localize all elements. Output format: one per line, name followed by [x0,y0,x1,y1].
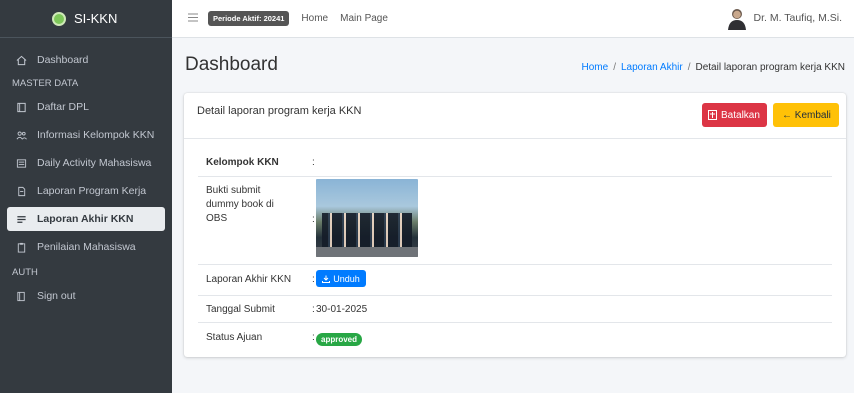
page-title: Dashboard [185,54,278,75]
sidebar-item-label: Daftar DPL [37,101,89,113]
sidebar-item-label: Penilaian Mahasiswa [37,241,136,253]
user-menu[interactable]: Dr. M. Taufiq, M.Si. [726,6,843,30]
book-icon [15,101,27,113]
signout-icon [15,290,27,302]
download-label: Unduh [333,273,360,284]
home-icon [15,54,27,66]
breadcrumb-laporan-akhir[interactable]: Laporan Akhir [621,62,683,73]
sidebar-item-informasi-kelompok[interactable]: Informasi Kelompok KKN [7,123,165,147]
card-title: Detail laporan program kerja KKN [197,105,362,117]
breadcrumb-separator: / [613,62,616,73]
label-kelompok: Kelompok KKN [206,157,279,168]
sidebar-item-dashboard[interactable]: Dashboard [7,48,165,72]
row-kelompok: Kelompok KKN : [198,147,832,177]
breadcrumb-home[interactable]: Home [582,62,609,73]
card-header: Detail laporan program kerja KKN Batalka… [184,93,846,139]
label-bukti: Bukti submit dummy book di OBS [206,185,274,224]
row-tanggal: Tanggal Submit : 30-01-2025 [198,296,832,323]
brand-name: SI-KKN [74,11,118,26]
sidebar-item-signout[interactable]: Sign out [7,284,165,308]
sidebar-item-label: Daily Activity Mahasiswa [37,157,152,169]
sidebar-item-penilaian[interactable]: Penilaian Mahasiswa [7,235,165,259]
label-status: Status Ajuan [206,332,263,343]
sidebar-item-laporan-akhir[interactable]: Laporan Akhir KKN [7,207,165,231]
colon: : [312,214,315,225]
row-laporan: Laporan Akhir KKN : Unduh [198,265,832,296]
clipboard-icon [15,241,27,253]
breadcrumb-separator: / [687,62,691,73]
nav-link-main-page[interactable]: Main Page [340,13,388,24]
hamburger-menu-icon[interactable] [188,13,200,25]
cancel-button[interactable]: Batalkan [702,103,767,127]
sidebar-item-label: Laporan Program Kerja [37,185,147,197]
submission-photo[interactable] [316,179,418,257]
nav-link-home[interactable]: Home [301,13,328,24]
brand-logo-icon [52,11,66,26]
photo-ground [316,247,418,257]
label-tanggal: Tanggal Submit [206,304,275,315]
status-badge: approved [316,333,363,346]
avatar [726,6,748,30]
brand[interactable]: SI-KKN [0,0,172,38]
users-icon [15,129,27,141]
cancel-icon [708,110,717,120]
sidebar-item-label: Informasi Kelompok KKN [37,129,155,141]
colon: : [312,332,315,343]
sidebar-item-daftar-dpl[interactable]: Daftar DPL [7,95,165,119]
download-icon [322,275,331,283]
file-icon [15,185,27,197]
row-status: Status Ajuan : approved [198,323,832,353]
section-header-master: MASTER DATA [12,78,79,89]
download-button[interactable]: Unduh [316,270,366,287]
sidebar: SI-KKN Dashboard MASTER DATA Daftar DPL … [0,0,172,393]
detail-card: Detail laporan program kerja KKN Batalka… [184,93,846,357]
colon: : [312,157,315,168]
cancel-label: Batalkan [721,109,760,121]
top-navbar: Periode Aktif: 20241 Home Main Page Dr. … [172,0,854,38]
sidebar-item-laporan-program[interactable]: Laporan Program Kerja [7,179,165,203]
breadcrumb: Home / Laporan Akhir / Detail laporan pr… [582,62,845,73]
user-name: Dr. M. Taufiq, M.Si. [753,12,843,24]
sidebar-nav: Dashboard MASTER DATA Daftar DPL Informa… [0,38,172,308]
colon: : [312,304,315,315]
section-header-auth: AUTH [12,267,38,278]
period-badge: Periode Aktif: 20241 [208,11,290,26]
sidebar-item-label: Dashboard [37,54,89,66]
back-button[interactable]: ← Kembali [773,103,839,127]
row-bukti: Bukti submit dummy book di OBS : [198,177,832,265]
value-tanggal: 30-01-2025 [316,304,368,315]
label-laporan: Laporan Akhir KKN [206,274,292,285]
list-icon [15,157,27,169]
sidebar-item-label: Sign out [37,290,76,302]
report-icon [15,213,27,225]
sidebar-item-daily-activity[interactable]: Daily Activity Mahasiswa [7,151,165,175]
photo-people [322,213,412,247]
colon: : [312,274,315,285]
breadcrumb-current: Detail laporan program kerja KKN [695,62,845,73]
sidebar-item-label: Laporan Akhir KKN [37,213,134,225]
back-label: ← Kembali [782,109,831,121]
